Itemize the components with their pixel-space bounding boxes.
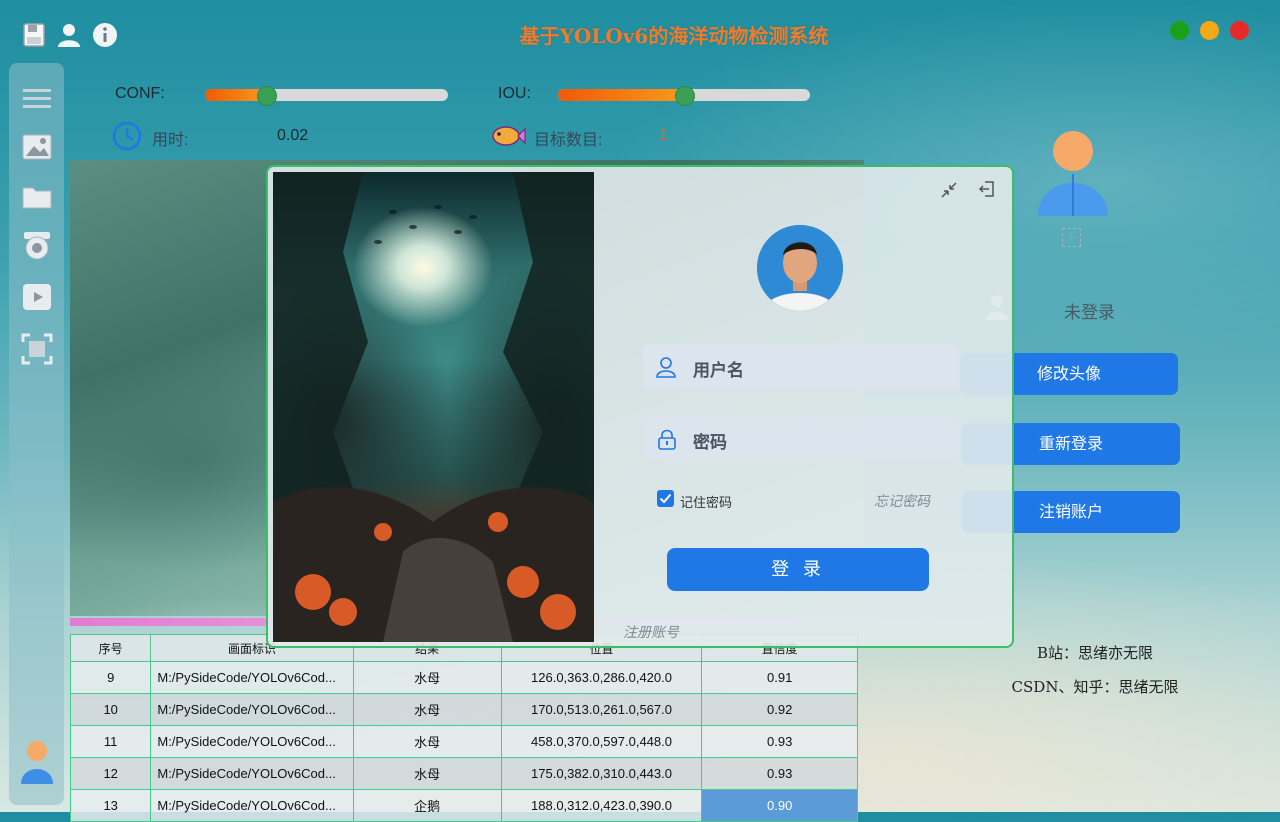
- cell-result: 水母: [352, 693, 502, 726]
- folder-icon[interactable]: [21, 181, 53, 213]
- cell-confidence: 0.90: [701, 789, 858, 822]
- cell-path: M:/PySideCode/YOLOv6Cod...: [150, 693, 354, 726]
- cell-confidence: 0.93: [701, 725, 858, 758]
- login-status: 未登录: [1064, 303, 1115, 323]
- username-placeholder: 用户名: [693, 361, 744, 381]
- iou-slider-handle[interactable]: [675, 86, 695, 106]
- cell-position: 458.0,370.0,597.0,448.0: [500, 725, 703, 758]
- table-row[interactable]: 9 M:/PySideCode/YOLOv6Cod... 水母 126.0,36…: [69, 661, 858, 694]
- avatar-icon[interactable]: [19, 740, 55, 786]
- login-dialog: 用户名 密码 记住密码 忘记密码 登 录 注册账号: [266, 165, 1014, 648]
- image-icon[interactable]: [21, 131, 53, 163]
- remember-checkbox[interactable]: [657, 490, 674, 507]
- count-label: 目标数目:: [534, 132, 603, 149]
- conf-label: CONF:: [115, 85, 165, 102]
- password-placeholder: 密码: [693, 433, 727, 453]
- table-row[interactable]: 11 M:/PySideCode/YOLOv6Cod... 水母 458.0,3…: [69, 725, 858, 758]
- cell-confidence: 0.91: [701, 661, 858, 694]
- iou-slider[interactable]: [558, 86, 810, 106]
- conf-slider-handle[interactable]: [256, 86, 277, 106]
- minimize-button[interactable]: [1170, 21, 1189, 40]
- cell-id: 12: [69, 757, 152, 790]
- close-button[interactable]: [1230, 21, 1249, 40]
- login-avatar: [757, 225, 843, 311]
- maximize-button[interactable]: [1200, 21, 1219, 40]
- iou-slider-fill: [558, 89, 684, 101]
- minimize-dialog-icon[interactable]: [940, 181, 958, 199]
- cell-position: 170.0,513.0,261.0,567.0: [500, 693, 703, 726]
- lock-icon: [658, 429, 676, 450]
- credit-csdn: CSDN、知乎：思绪无限: [1011, 678, 1179, 696]
- cell-id: 11: [69, 725, 152, 758]
- video-icon[interactable]: [21, 281, 53, 313]
- register-link[interactable]: 注册账号: [623, 622, 679, 642]
- forgot-password-link[interactable]: 忘记密码: [874, 491, 930, 511]
- cell-id: 9: [69, 661, 152, 694]
- camera-icon[interactable]: [21, 229, 53, 261]
- cell-position: 175.0,382.0,310.0,443.0: [500, 757, 703, 790]
- person-photo: [757, 225, 843, 311]
- time-label: 用时:: [152, 132, 189, 149]
- login-banner-image: [273, 172, 594, 642]
- cell-confidence: 0.92: [701, 693, 858, 726]
- cell-confidence: 0.93: [701, 757, 858, 790]
- app-title: 基于YOLOv6的海洋动物检测系统: [519, 24, 829, 48]
- clock-icon: [112, 121, 142, 151]
- table-row[interactable]: 12 M:/PySideCode/YOLOv6Cod... 水母 175.0,3…: [69, 757, 858, 790]
- cell-path: M:/PySideCode/YOLOv6Cod...: [150, 725, 354, 758]
- cell-path: M:/PySideCode/YOLOv6Cod...: [150, 757, 354, 790]
- count-value: 1: [659, 127, 668, 144]
- conf-slider[interactable]: [205, 86, 448, 106]
- cell-path: M:/PySideCode/YOLOv6Cod...: [150, 661, 354, 694]
- login-button[interactable]: 登 录: [667, 548, 929, 591]
- password-field[interactable]: 密码: [643, 417, 959, 461]
- cell-result: 企鹅: [352, 789, 502, 822]
- scan-icon[interactable]: [21, 333, 53, 365]
- fish-icon: [492, 126, 526, 146]
- menu-icon[interactable]: [21, 83, 53, 115]
- cell-position: 188.0,312.0,423.0,390.0: [500, 789, 703, 822]
- time-value: 0.02: [277, 127, 309, 144]
- exit-dialog-icon[interactable]: [978, 180, 996, 198]
- user-field-icon: [656, 357, 676, 378]
- table-header[interactable]: 序号: [69, 634, 152, 662]
- cell-id: 10: [69, 693, 152, 726]
- cell-result: 水母: [352, 661, 502, 694]
- add-avatar-button[interactable]: +: [1062, 228, 1081, 247]
- underwater-illustration: [273, 172, 594, 642]
- table-row[interactable]: 10 M:/PySideCode/YOLOv6Cod... 水母 170.0,5…: [69, 693, 858, 726]
- cell-id: 13: [69, 789, 152, 822]
- results-table: 序号 画面标识 结果 位置 置信度 9 M:/PySideCode/YOLOv6…: [69, 634, 858, 822]
- profile-avatar[interactable]: [1036, 130, 1110, 218]
- check-icon: [659, 493, 672, 504]
- sidebar: [9, 63, 64, 805]
- iou-label: IOU:: [498, 85, 531, 102]
- username-field[interactable]: 用户名: [643, 345, 959, 389]
- table-row[interactable]: 13 M:/PySideCode/YOLOv6Cod... 企鹅 188.0,3…: [69, 789, 858, 822]
- remember-label: 记住密码: [680, 496, 733, 511]
- cell-result: 水母: [352, 757, 502, 790]
- cell-path: M:/PySideCode/YOLOv6Cod...: [150, 789, 354, 822]
- cell-result: 水母: [352, 725, 502, 758]
- cell-position: 126.0,363.0,286.0,420.0: [500, 661, 703, 694]
